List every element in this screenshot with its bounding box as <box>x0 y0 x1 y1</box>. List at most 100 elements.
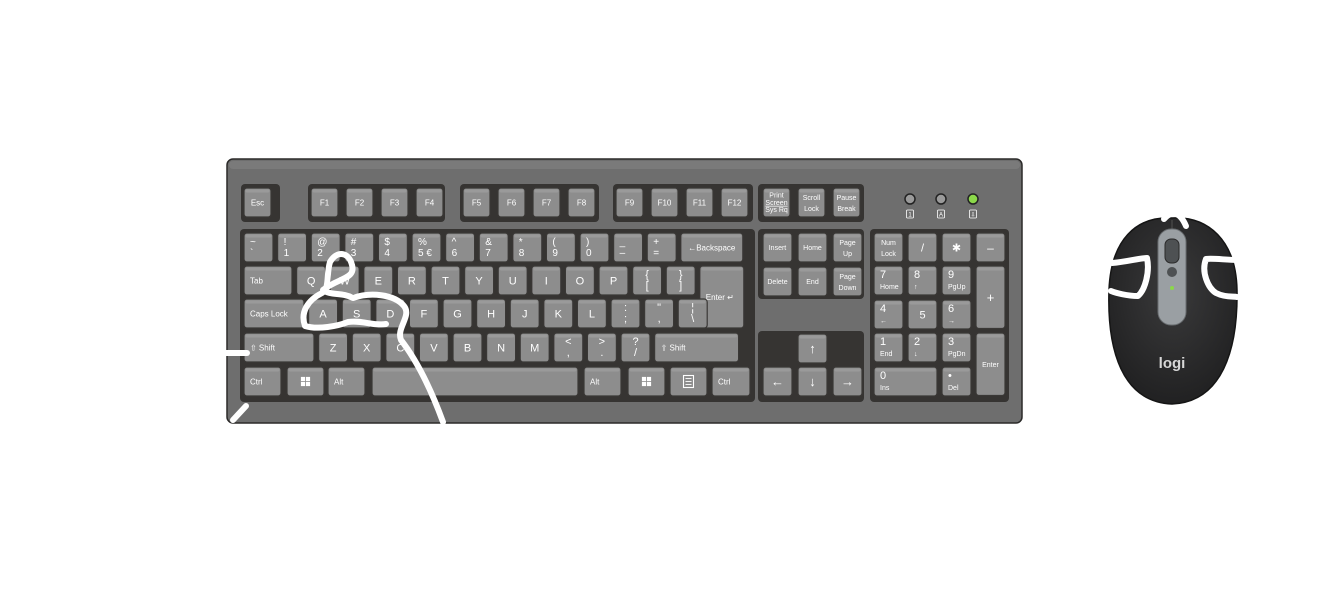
key-f10[interactable]: F10 <box>650 187 679 218</box>
key-np0[interactable]: 0 Ins <box>873 366 938 397</box>
scroll-wheel[interactable] <box>1164 238 1180 264</box>
key-e[interactable]: E <box>363 265 394 296</box>
key-label: F2 <box>355 198 365 207</box>
key-5[interactable]: %5 € <box>411 232 442 263</box>
key-np3[interactable]: 3 PgDn <box>941 332 972 363</box>
key-tilde[interactable]: ~` <box>243 232 274 263</box>
key-left-ctrl[interactable]: Ctrl <box>243 366 282 397</box>
key-np7[interactable]: 7 Home <box>873 265 904 296</box>
key-np-decimal[interactable]: • Del <box>941 366 972 397</box>
key-h[interactable]: H <box>476 298 507 329</box>
key-subtract[interactable]: – <box>975 232 1006 263</box>
key-m[interactable]: M <box>519 332 550 363</box>
key-f6[interactable]: F6 <box>497 187 526 218</box>
key-scroll-lock[interactable]: Scroll Lock <box>797 187 826 218</box>
key-down[interactable]: ↓ <box>797 366 828 397</box>
key-t[interactable]: T <box>430 265 461 296</box>
key-g[interactable]: G <box>442 298 473 329</box>
key-num-lock[interactable]: Num Lock <box>873 232 904 263</box>
key-esc[interactable]: Esc <box>243 187 272 218</box>
key-rbracket[interactable]: }] <box>665 265 696 296</box>
key-f5[interactable]: F5 <box>462 187 491 218</box>
mouse-mode-button[interactable] <box>1167 267 1177 277</box>
key-caps-lock[interactable]: Caps Lock <box>243 298 305 329</box>
key-semicolon[interactable]: :; <box>610 298 641 329</box>
key-right-win[interactable] <box>627 366 666 397</box>
key-z[interactable]: Z <box>318 332 349 363</box>
key-6[interactable]: ^6 <box>445 232 476 263</box>
key-f[interactable]: F <box>408 298 439 329</box>
key-f12[interactable]: F12 <box>720 187 749 218</box>
key-f1[interactable]: F1 <box>310 187 339 218</box>
key-k[interactable]: K <box>543 298 574 329</box>
key-b[interactable]: B <box>452 332 483 363</box>
key-quote[interactable]: ", <box>643 298 675 329</box>
key-backslash[interactable]: ¦\ <box>677 298 708 329</box>
key-left-shift[interactable]: ⇧ Shift <box>243 332 315 363</box>
key-tab[interactable]: Tab <box>243 265 293 296</box>
key-left[interactable]: ← <box>762 366 793 397</box>
key-backspace[interactable]: ←Backspace <box>680 232 744 263</box>
key-label: O <box>576 275 585 287</box>
key-n[interactable]: N <box>486 332 517 363</box>
key-f7[interactable]: F7 <box>532 187 561 218</box>
key-print-screen[interactable]: PrintScreenSys Rq <box>762 187 791 218</box>
key-np5[interactable]: 5 <box>907 299 938 330</box>
key-u[interactable]: U <box>497 265 528 296</box>
key-right-ctrl[interactable]: Ctrl <box>711 366 751 397</box>
key-i[interactable]: I <box>531 265 562 296</box>
key-left-alt[interactable]: Alt <box>327 366 366 397</box>
key-1[interactable]: !1 <box>277 232 308 263</box>
key-up[interactable]: ↑ <box>797 333 828 364</box>
key-page-down[interactable]: Page Down <box>832 266 863 297</box>
key-7[interactable]: &7 <box>478 232 509 263</box>
key-np9[interactable]: 9 PgUp <box>941 265 972 296</box>
key-divide[interactable]: / <box>907 232 938 263</box>
key-f8[interactable]: F8 <box>567 187 596 218</box>
key-equals[interactable]: += <box>646 232 677 263</box>
key-insert[interactable]: Insert <box>762 232 793 263</box>
key-end[interactable]: End <box>797 266 828 297</box>
key-home[interactable]: Home <box>797 232 828 263</box>
key-0[interactable]: )0 <box>579 232 610 263</box>
key-delete[interactable]: Delete <box>762 266 793 297</box>
key-np2[interactable]: 2↓ <box>907 332 938 363</box>
key-pause-break[interactable]: Pause Break <box>832 187 861 218</box>
key-8[interactable]: *8 <box>512 232 543 263</box>
key-right[interactable]: → <box>832 366 863 397</box>
key-np4[interactable]: 4← <box>873 299 904 330</box>
key-f11[interactable]: F11 <box>685 187 714 218</box>
key-f3[interactable]: F3 <box>380 187 409 218</box>
key-v[interactable]: V <box>418 332 449 363</box>
key-np-enter[interactable]: Enter <box>975 332 1006 397</box>
key-right-shift[interactable]: ⇧ Shift <box>653 332 740 363</box>
mouse[interactable]: logi <box>1108 217 1238 405</box>
key-multiply[interactable]: ✱ <box>941 232 972 263</box>
key-4[interactable]: $4 <box>377 232 408 263</box>
key-y[interactable]: Y <box>464 265 495 296</box>
key-right-alt[interactable]: Alt <box>583 366 622 397</box>
key-9[interactable]: (9 <box>545 232 577 263</box>
key-lbracket[interactable]: {[ <box>631 265 663 296</box>
key-l[interactable]: L <box>576 298 608 329</box>
key-j[interactable]: J <box>509 298 540 329</box>
key-o[interactable]: O <box>564 265 596 296</box>
key-menu[interactable] <box>669 366 708 397</box>
key-f4[interactable]: F4 <box>415 187 444 218</box>
key-p[interactable]: P <box>598 265 629 296</box>
key-f9[interactable]: F9 <box>615 187 644 218</box>
key-r[interactable]: R <box>396 265 427 296</box>
key-np1[interactable]: 1 End <box>873 332 904 363</box>
key-minus[interactable]: _– <box>612 232 644 263</box>
key-np8[interactable]: 8↑ <box>907 265 938 296</box>
key-add[interactable]: + <box>975 265 1006 330</box>
key-space[interactable] <box>371 366 579 397</box>
key-left-win[interactable] <box>286 366 325 397</box>
key-x[interactable]: X <box>351 332 382 363</box>
key-np6[interactable]: 6→ <box>941 299 972 330</box>
key-comma[interactable]: <, <box>553 332 584 363</box>
key-slash[interactable]: ?/ <box>620 332 651 363</box>
key-page-up[interactable]: Page Up <box>832 232 863 263</box>
key-period[interactable]: >. <box>586 332 618 363</box>
key-f2[interactable]: F2 <box>345 187 374 218</box>
